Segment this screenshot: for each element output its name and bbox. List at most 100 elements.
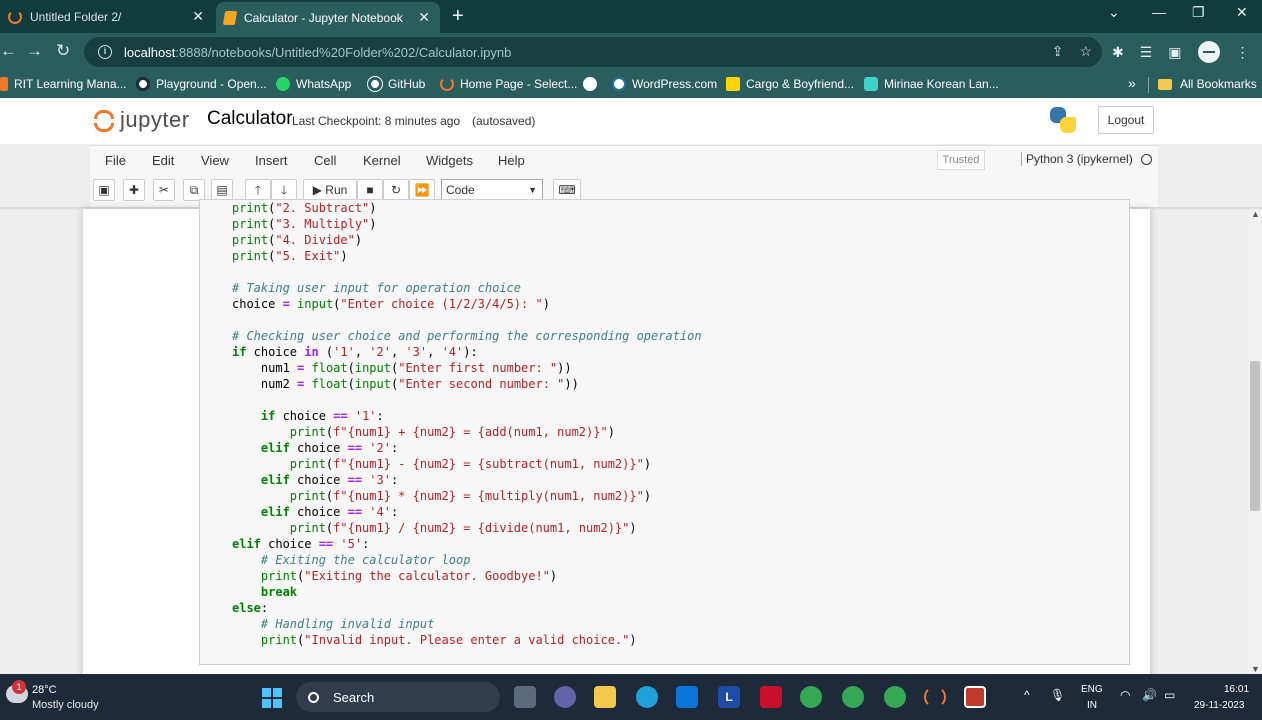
wifi-icon[interactable]: ◠	[1120, 688, 1130, 702]
restore-icon[interactable]: ❐	[1192, 4, 1205, 21]
kernel-name[interactable]: Python 3 (ipykernel)	[1021, 152, 1133, 166]
jupyter-app-icon[interactable]	[924, 686, 946, 708]
menu-file[interactable]: File	[105, 153, 126, 168]
address-bar[interactable]: i localhost:8888/notebooks/Untitled%20Fo…	[84, 37, 1102, 67]
taskbar-search[interactable]: Search	[296, 682, 500, 712]
microphone-icon[interactable]: 🎙	[1050, 688, 1065, 702]
run-button[interactable]: ▶ Run	[303, 179, 357, 201]
tab-untitled-folder[interactable]: Untitled Folder 2/ ✕	[0, 0, 214, 33]
menu-edit[interactable]: Edit	[152, 153, 174, 168]
menu-insert[interactable]: Insert	[255, 153, 288, 168]
page-scrollbar[interactable]: ▲ ▼	[1248, 209, 1262, 674]
all-bookmarks[interactable]: All Bookmarks	[1158, 77, 1257, 91]
interrupt-button[interactable]: ■	[357, 179, 383, 201]
clock-date[interactable]: 29-11-2023	[1194, 700, 1244, 711]
cell-type-select[interactable]: Code ▼	[441, 179, 543, 201]
code-editor[interactable]: print("2. Subtract") print("3. Multiply"…	[232, 200, 702, 648]
scroll-thumb[interactable]	[1250, 361, 1260, 511]
logout-button[interactable]: Logout	[1098, 106, 1154, 134]
start-button[interactable]	[262, 688, 282, 708]
menu-cell[interactable]: Cell	[314, 153, 336, 168]
bookmark-whatsapp[interactable]: WhatsApp	[276, 77, 351, 91]
info-icon[interactable]: i	[98, 45, 112, 59]
keyboard-icon: ⌨	[558, 183, 576, 197]
forward-icon[interactable]: →	[26, 41, 43, 61]
paste-button[interactable]: ▤	[211, 179, 233, 201]
scroll-up-icon[interactable]: ▲	[1251, 209, 1260, 219]
edge-icon[interactable]	[636, 686, 658, 708]
more-bookmarks-icon[interactable]: »	[1128, 75, 1136, 91]
bookmark-globe[interactable]	[583, 77, 603, 91]
move-down-button[interactable]: 🡓	[271, 179, 297, 201]
profile-avatar[interactable]	[1197, 41, 1220, 63]
save-button[interactable]: ▣	[93, 179, 115, 201]
notebook-name[interactable]: Calculator	[207, 108, 293, 130]
clock-time[interactable]: 16:01	[1224, 684, 1249, 695]
restart-run-all-button[interactable]: ⏩	[409, 179, 435, 201]
battery-icon[interactable]: ▭	[1164, 688, 1175, 702]
trusted-badge[interactable]: Trusted	[937, 150, 985, 170]
command-palette-button[interactable]: ⌨	[553, 179, 581, 201]
l-app-icon[interactable]: L	[718, 686, 740, 708]
jupyter-logo[interactable]: jupyter	[94, 107, 190, 133]
checkpoint-status: Last Checkpoint: 8 minutes ago	[292, 114, 461, 128]
taskbar: 1 28°C Mostly cloudy Search L ^ 🎙 ENG IN…	[0, 674, 1262, 720]
mirinae-icon	[864, 77, 878, 91]
bookmark-star-icon[interactable]: ☆	[1079, 43, 1092, 60]
bookmark-mirinae[interactable]: Mirinae Korean Lan...	[864, 77, 999, 91]
snipping-tool-icon[interactable]	[964, 686, 986, 708]
chrome-profile-icon[interactable]	[842, 686, 864, 708]
copy-button[interactable]: ⧉	[183, 179, 205, 201]
minimize-icon[interactable]: —	[1152, 4, 1166, 20]
new-tab-button[interactable]: +	[452, 5, 464, 28]
bookmark-home-page[interactable]: Home Page - Select...	[440, 77, 577, 91]
reload-icon[interactable]: ↻	[56, 41, 70, 61]
bookmark-playground[interactable]: Playground - Open...	[136, 77, 267, 91]
bookmark-rit[interactable]: RIT Learning Mana...	[0, 77, 127, 91]
tab-search-icon[interactable]: ⌄	[1108, 4, 1120, 21]
chrome-profile-2-icon[interactable]	[884, 686, 906, 708]
url-text: localhost:8888/notebooks/Untitled%20Fold…	[124, 44, 512, 60]
tab-calculator[interactable]: Calculator - Jupyter Notebook ✕	[216, 2, 440, 33]
volume-icon[interactable]: 🔊	[1142, 688, 1157, 702]
close-icon[interactable]: ✕	[418, 9, 430, 26]
file-explorer-icon[interactable]	[594, 686, 616, 708]
dd-icon	[726, 77, 740, 91]
back-icon[interactable]: ←	[0, 41, 17, 61]
menu-view[interactable]: View	[201, 153, 229, 168]
share-icon[interactable]: ⇪	[1052, 43, 1064, 60]
paste-icon: ▤	[216, 183, 228, 197]
close-window-icon[interactable]: ✕	[1236, 4, 1248, 21]
task-view-icon[interactable]	[514, 686, 536, 708]
close-icon[interactable]: ✕	[192, 8, 204, 25]
chrome-icon[interactable]	[800, 686, 822, 708]
menu-kebab-icon[interactable]: ⋮	[1236, 44, 1250, 61]
reading-list-icon[interactable]: ☰	[1140, 44, 1153, 61]
scroll-down-icon[interactable]: ▼	[1251, 664, 1260, 674]
restart-button[interactable]: ↻	[383, 179, 409, 201]
teams-icon[interactable]	[554, 686, 576, 708]
bookmark-wordpress[interactable]: WordPress.com	[612, 77, 717, 91]
menu-widgets[interactable]: Widgets	[426, 153, 473, 168]
bookmarks-divider	[1148, 77, 1149, 93]
bookmark-cargo[interactable]: Cargo & Boyfriend...	[726, 77, 854, 91]
insert-cell-button[interactable]: ✚	[123, 179, 145, 201]
mail-icon[interactable]	[676, 686, 698, 708]
jupyter-page: jupyter Calculator Last Checkpoint: 8 mi…	[0, 98, 1262, 674]
language-indicator[interactable]: ENG	[1081, 684, 1103, 695]
input-region[interactable]: IN	[1087, 700, 1097, 711]
extensions-icon[interactable]: ✱	[1112, 44, 1124, 61]
show-hidden-icons[interactable]: ^	[1024, 688, 1030, 702]
weather-condition: Mostly cloudy	[32, 699, 99, 711]
folder-icon	[1158, 78, 1172, 90]
cut-button[interactable]: ✂	[153, 179, 175, 201]
menu-bar: File Edit View Insert Cell Kernel Widget…	[90, 145, 1158, 175]
mcafee-icon[interactable]	[760, 686, 782, 708]
bookmark-github[interactable]: GitHub	[367, 76, 425, 92]
side-panel-icon[interactable]: ▣	[1168, 44, 1181, 61]
menu-kernel[interactable]: Kernel	[363, 153, 401, 168]
move-up-button[interactable]: 🡑	[245, 179, 271, 201]
menu-help[interactable]: Help	[498, 153, 525, 168]
notebook-container: print("2. Subtract") print("3. Multiply"…	[83, 199, 1150, 674]
code-cell[interactable]: print("2. Subtract") print("3. Multiply"…	[199, 199, 1130, 665]
